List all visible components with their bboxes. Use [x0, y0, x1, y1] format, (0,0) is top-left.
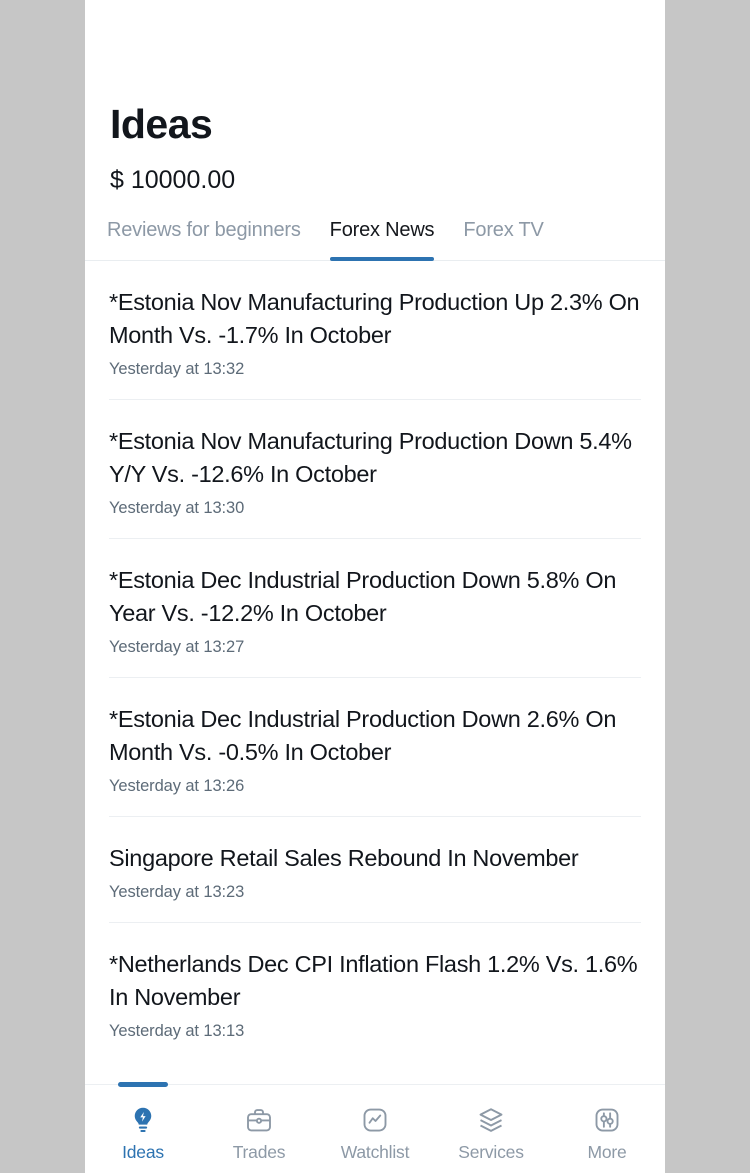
nav-item-services[interactable]: Services [433, 1085, 549, 1173]
news-headline: *Estonia Nov Manufacturing Production Up… [109, 289, 640, 348]
news-headline: *Estonia Nov Manufacturing Production Do… [109, 428, 632, 487]
tab-label: Reviews for beginners [107, 219, 301, 241]
list-item[interactable]: *Estonia Dec Industrial Production Down … [109, 678, 641, 817]
list-item[interactable]: *Estonia Nov Manufacturing Production Up… [109, 261, 641, 400]
tab-reviews-for-beginners[interactable]: Reviews for beginners [107, 219, 301, 260]
tab-forex-tv[interactable]: Forex TV [463, 219, 543, 260]
news-headline: *Netherlands Dec CPI Inflation Flash 1.2… [109, 951, 638, 1010]
briefcase-icon [242, 1103, 276, 1137]
list-item[interactable]: *Estonia Dec Industrial Production Down … [109, 539, 641, 678]
account-balance: $ 10000.00 [110, 166, 236, 194]
page-title: Ideas [110, 101, 213, 147]
nav-item-watchlist[interactable]: Watchlist [317, 1085, 433, 1173]
sliders-icon [590, 1103, 624, 1137]
tab-label: Forex News [329, 219, 435, 241]
list-item[interactable]: *Netherlands Dec CPI Inflation Flash 1.2… [109, 923, 641, 1061]
nav-item-label: Services [458, 1142, 524, 1162]
bottom-navigation-bar: Ideas Trades Watchlist Services More [85, 1082, 665, 1173]
list-item[interactable]: *Estonia Nov Manufacturing Production Do… [109, 400, 641, 539]
phone-viewport: Ideas $ 10000.00 Reviews for beginners F… [85, 0, 665, 1173]
news-list[interactable]: *Estonia Nov Manufacturing Production Up… [85, 261, 665, 1084]
active-tab-indicator [118, 1082, 168, 1087]
news-headline: *Estonia Dec Industrial Production Down … [109, 706, 617, 765]
nav-item-ideas[interactable]: Ideas [85, 1082, 201, 1173]
news-timestamp: Yesterday at 13:27 [109, 638, 245, 656]
news-headline: Singapore Retail Sales Rebound In Novemb… [109, 845, 579, 871]
nav-item-label: More [587, 1142, 627, 1162]
nav-item-label: Trades [232, 1142, 286, 1162]
screen-header: Ideas $ 10000.00 [85, 0, 665, 194]
tab-bar: Reviews for beginners Forex News Forex T… [85, 219, 665, 261]
news-timestamp: Yesterday at 13:30 [109, 499, 245, 517]
news-timestamp: Yesterday at 13:23 [109, 883, 245, 901]
nav-item-trades[interactable]: Trades [201, 1085, 317, 1173]
tab-forex-news[interactable]: Forex News [329, 219, 435, 261]
news-headline: *Estonia Dec Industrial Production Down … [109, 567, 617, 626]
nav-item-more[interactable]: More [549, 1085, 665, 1173]
news-timestamp: Yesterday at 13:13 [109, 1022, 245, 1040]
list-item[interactable]: Singapore Retail Sales Rebound In Novemb… [109, 817, 641, 923]
tab-label: Forex TV [463, 219, 544, 241]
layers-icon [474, 1103, 508, 1137]
nav-item-label: Watchlist [340, 1142, 410, 1162]
chart-wave-icon [358, 1103, 392, 1137]
nav-item-label: Ideas [122, 1142, 164, 1162]
news-timestamp: Yesterday at 13:26 [109, 777, 245, 795]
lightbulb-icon [126, 1103, 160, 1137]
news-timestamp: Yesterday at 13:32 [109, 360, 245, 378]
